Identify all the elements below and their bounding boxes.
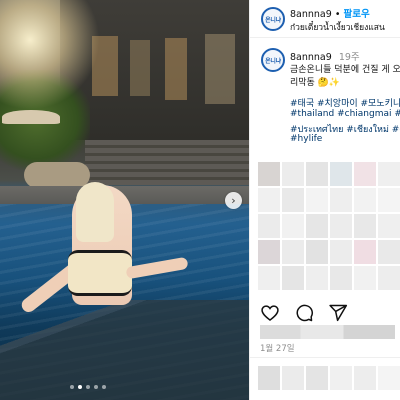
comment-icon[interactable] [294, 303, 314, 323]
photo-pool-edge [0, 300, 249, 400]
blurred-comment [258, 214, 400, 238]
photo-window [130, 40, 150, 96]
photo-stairs [85, 140, 249, 185]
location-link[interactable]: ก๋วยเตี๋ยวน้ำเงี้ยวเชียงแสน [290, 20, 385, 34]
blurred-comment-input [258, 366, 400, 390]
blurred-comment [258, 240, 400, 264]
hashtag-line[interactable]: #thailand #chiangmai #hot [290, 109, 400, 119]
share-icon[interactable] [328, 303, 348, 323]
carousel-dots [70, 385, 106, 389]
post-photo[interactable]: › [0, 0, 249, 400]
avatar[interactable]: 온니냐 [261, 7, 285, 31]
carousel-dot [86, 385, 90, 389]
post-author: 8annna9 • 팔로우 [290, 6, 370, 20]
caption-text: 금손온니들 덕분에 건질 게 오 [290, 65, 400, 75]
separator: • [334, 9, 341, 20]
photo-umbrella [2, 110, 60, 124]
carousel-dot [78, 385, 82, 389]
photo-person-hair [76, 182, 114, 242]
avatar-logo: 온니냐 [265, 16, 281, 24]
username-link[interactable]: 8annna9 [290, 9, 332, 20]
photo-lounger [24, 162, 90, 188]
blurred-likes [260, 325, 395, 339]
hashtag-line[interactable]: #태국 #치앙마이 #모노키니 # [290, 96, 400, 109]
photo-person-swimsuit [68, 250, 132, 296]
caption-header: 8annna9 19주 [290, 49, 360, 63]
divider [250, 357, 400, 358]
blurred-comment [258, 188, 400, 212]
blurred-comment [258, 266, 400, 290]
post-date: 1월 27일 [260, 344, 295, 354]
carousel-dot [70, 385, 74, 389]
blurred-comment [258, 162, 400, 186]
carousel-dot [102, 385, 106, 389]
photo-window [205, 34, 235, 104]
photo-window [165, 38, 187, 100]
avatar-logo: 온니냐 [265, 57, 281, 65]
carousel-dot [94, 385, 98, 389]
heart-icon[interactable] [260, 303, 280, 323]
post-header: 온니냐 8annna9 • 팔로우 ก๋วยเตี๋ยวน้ำเงี้ยวเชี… [250, 0, 400, 38]
follow-button[interactable]: 팔로우 [343, 9, 369, 20]
carousel-next-button[interactable]: › [225, 192, 242, 209]
post-side-panel: 온니냐 8annna9 • 팔로우 ก๋วยเตี๋ยวน้ำเงี้ยวเชี… [249, 0, 400, 400]
caption-text: 리막동 🤔✨ [290, 78, 341, 88]
chevron-right-icon: › [231, 194, 236, 207]
hashtag-line[interactable]: #hylife [290, 134, 400, 144]
avatar[interactable]: 온니냐 [261, 48, 285, 72]
post-actions [260, 303, 348, 323]
